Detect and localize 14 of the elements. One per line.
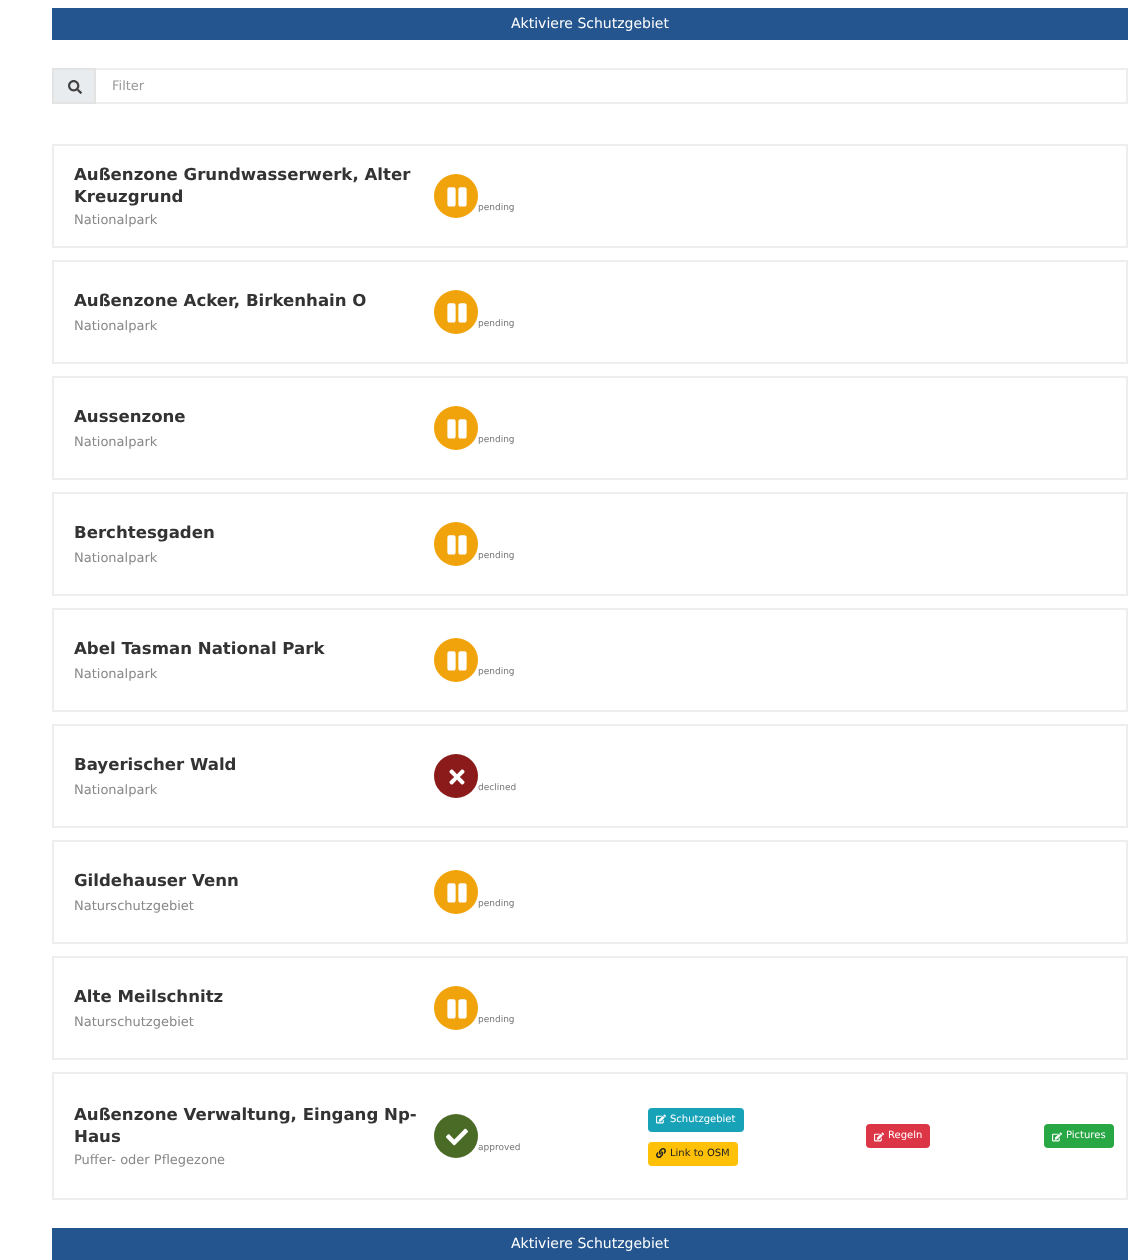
area-name: Alte Meilschnitz: [74, 986, 226, 1008]
area-name: Abel Tasman National Park: [74, 638, 327, 660]
area-name: Außenzone Acker, Birkenhain O: [74, 290, 369, 312]
edit-icon: [656, 1114, 666, 1124]
area-name: Aussenzone: [74, 406, 188, 428]
link-icon: [656, 1148, 666, 1158]
area-name: Außenzone Grundwasserwerk, Alter Kreuzgrund: [74, 163, 413, 207]
edit-icon: [874, 1131, 884, 1141]
area-name: Außenzone Verwaltung, Eingang Np-Haus: [74, 1103, 419, 1147]
area-name: Bayerischer Wald: [74, 754, 239, 776]
edit-icon: [1052, 1131, 1062, 1141]
area-name: Berchtesgaden: [74, 522, 217, 544]
search-icon: [52, 68, 96, 104]
area-name: Gildehauser Venn: [74, 870, 241, 892]
